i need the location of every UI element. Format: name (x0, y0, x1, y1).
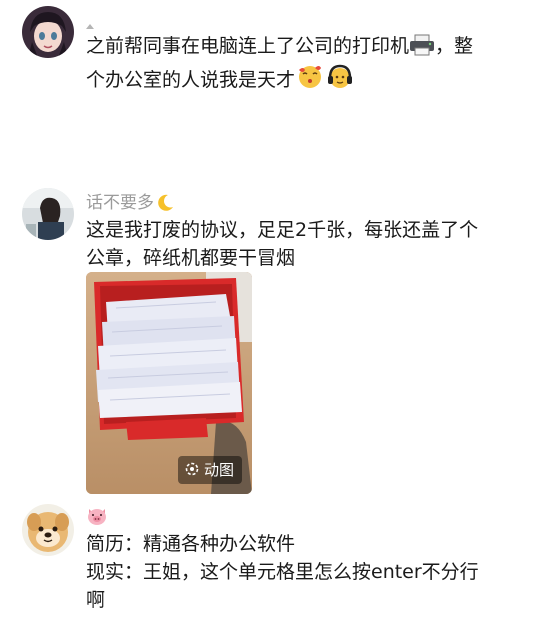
printer-emoji-icon (409, 34, 435, 64)
kissing-face-emoji-icon (297, 64, 323, 98)
comment-text: 简历：精通各种办公软件 现实：王姐，这个单元格里怎么按enter不分行 啊 (86, 530, 526, 614)
avatar[interactable] (22, 188, 74, 240)
username-text: 话不要多 (86, 193, 154, 213)
crescent-moon-emoji-icon (156, 194, 174, 217)
comment-2: 话不要多 这是我打废的协议，足足2千张，每张还盖了个 公章，碎纸机都要干冒烟 动… (0, 180, 540, 500)
comment-text: 之前帮同事在电脑连上了公司的打印机 ，整 个办公室的人说我是天才 (86, 32, 516, 98)
anime-girl-avatar-icon (22, 6, 74, 58)
text-line: ，整 (435, 35, 474, 57)
avatar[interactable] (22, 6, 74, 58)
comment-1: 之前帮同事在电脑连上了公司的打印机 ，整 个办公室的人说我是天才 (0, 0, 540, 130)
headphones-face-emoji-icon (327, 64, 353, 98)
text-line: 之前帮同事在电脑连上了公司的打印机 (86, 35, 410, 57)
pig-face-emoji-icon (86, 506, 108, 530)
comment-3: 简历：精通各种办公软件 现实：王姐，这个单元格里怎么按enter不分行 啊 (0, 500, 540, 644)
text-line: 简历：精通各种办公软件 (86, 533, 296, 555)
gif-badge-label: 动图 (203, 461, 234, 479)
girl-photo-avatar-icon (22, 188, 74, 240)
caret-up-icon (86, 14, 94, 33)
comment-text: 这是我打废的协议，足足2千张，每张还盖了个 公章，碎纸机都要干冒烟 (86, 216, 526, 272)
dog-avatar-icon (22, 504, 74, 556)
text-line: 啊 (86, 589, 106, 611)
gif-icon (184, 458, 200, 486)
avatar[interactable] (22, 504, 74, 556)
username[interactable]: 话不要多 (86, 188, 174, 217)
comment-feed: 之前帮同事在电脑连上了公司的打印机 ，整 个办公室的人说我是天才 话不要多 这是… (0, 0, 540, 644)
text-line: 个办公室的人说我是天才 (86, 69, 296, 91)
text-line: 这是我打废的协议，足足2千张，每张还盖了个 (86, 219, 479, 241)
text-line: 公章，碎纸机都要干冒烟 (86, 247, 296, 269)
gif-badge: 动图 (177, 456, 242, 486)
text-line: 现实：王姐，这个单元格里怎么按enter不分行 (86, 561, 479, 583)
gif-thumbnail[interactable]: 动图 (86, 272, 252, 494)
